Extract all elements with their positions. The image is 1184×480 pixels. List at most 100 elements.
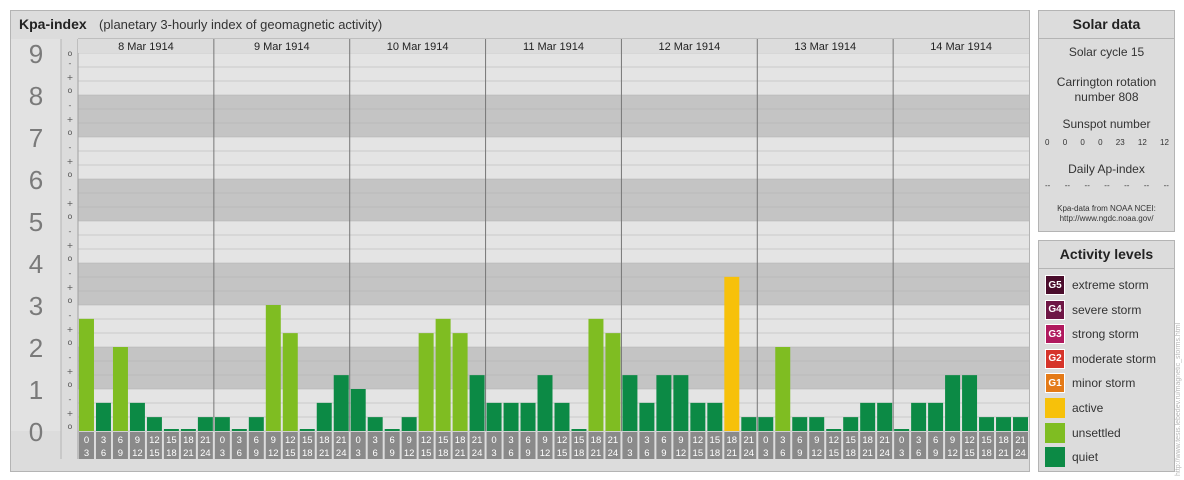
interval-end-label: 9 xyxy=(254,448,259,459)
sunspot-value: 0 xyxy=(1062,138,1068,147)
kp-bar xyxy=(775,347,791,431)
interval-start-label: 3 xyxy=(780,435,785,446)
kp-index-panel: 0 1 2 3 4 5 6 7 8 9 o + - o + - o + - o + - o + - o + - o + - o + - o + - o 8 … xyxy=(10,10,1030,472)
source-credit: http://www.tesis.lebedev.ru/magnetic_sto… xyxy=(1175,322,1182,476)
kp-bar xyxy=(163,429,179,431)
kp-index-chart: 0123456789o+-o+-o+-o+-o+-o+-o+-o+-o+-o8 … xyxy=(11,38,1029,459)
interval-end-label: 18 xyxy=(166,448,177,459)
legend-swatch: G5 xyxy=(1045,275,1065,295)
interval-start-label: 12 xyxy=(828,435,839,446)
day-label: 8 Mar 1914 xyxy=(118,41,174,53)
kp-bar xyxy=(1013,417,1028,431)
minor-tick-label: + xyxy=(67,73,74,82)
interval-start-label: 21 xyxy=(1015,435,1026,446)
interval-end-label: 9 xyxy=(933,448,938,459)
ap-value: -- xyxy=(1143,181,1150,190)
legend-swatch: G1 xyxy=(1045,373,1065,394)
kp-bar xyxy=(843,417,859,431)
interval-end-label: 6 xyxy=(101,448,106,459)
legend-item: G3 strong storm xyxy=(1045,324,1139,345)
interval-start-label: 18 xyxy=(862,435,873,446)
chart-subtitle: (planetary 3-hourly index of geomagnetic… xyxy=(99,17,383,32)
legend-label: unsettled xyxy=(1072,425,1121,440)
minor-tick-label: + xyxy=(67,241,74,250)
legend-label: minor storm xyxy=(1072,376,1136,391)
kp-bar xyxy=(724,276,740,431)
interval-start-label: 3 xyxy=(237,435,242,446)
data-source-link[interactable]: http://www.ngdc.noaa.gov/ xyxy=(1039,214,1174,224)
interval-start-label: 3 xyxy=(101,435,106,446)
minor-tick-label: - xyxy=(69,143,72,152)
minor-tick-label: o xyxy=(68,212,73,221)
activity-levels-panel: Activity levels G5 extreme storm G4 severe … xyxy=(1038,240,1175,472)
legend-label: moderate storm xyxy=(1072,351,1157,366)
kp-bar xyxy=(554,402,570,431)
interval-start-label: 21 xyxy=(200,435,211,446)
kp-bar xyxy=(537,375,553,431)
interval-end-label: 21 xyxy=(591,448,602,459)
ap-value: -- xyxy=(1045,181,1051,190)
minor-tick-label: - xyxy=(69,353,72,362)
interval-end-label: 12 xyxy=(404,448,415,459)
interval-start-label: 18 xyxy=(183,435,194,446)
legend-item: unsettled xyxy=(1045,422,1121,443)
day-label: 11 Mar 1914 xyxy=(523,41,584,53)
interval-end-label: 3 xyxy=(627,448,632,459)
minor-tick-label: - xyxy=(69,269,72,278)
kp-bar xyxy=(316,402,332,431)
kp-bar xyxy=(418,333,434,431)
sunspot-value: 23 xyxy=(1115,138,1125,147)
interval-end-label: 15 xyxy=(557,448,568,459)
legend-item: G2 moderate storm xyxy=(1045,348,1157,369)
interval-end-label: 21 xyxy=(455,448,466,459)
kp-bar xyxy=(571,429,587,431)
kp-bar xyxy=(962,375,978,431)
interval-end-label: 21 xyxy=(319,448,330,459)
kp-bar xyxy=(894,429,910,431)
interval-end-label: 12 xyxy=(811,448,822,459)
solar-cycle: Solar cycle 15 xyxy=(1068,45,1145,59)
day-label: 14 Mar 1914 xyxy=(930,41,992,53)
kp-band xyxy=(78,305,1029,347)
minor-tick-label: + xyxy=(67,115,74,124)
interval-start-label: 15 xyxy=(166,435,177,446)
y-tick-label: 5 xyxy=(29,207,43,237)
kp-bar xyxy=(503,402,519,431)
interval-end-label: 9 xyxy=(118,448,123,459)
sunspot-value: 12 xyxy=(1160,138,1169,147)
interval-start-label: 9 xyxy=(407,435,412,446)
solar-data-heading: Solar data xyxy=(1039,11,1174,39)
kp-bar xyxy=(367,417,383,431)
ap-value: -- xyxy=(1124,181,1130,190)
sunspot-number-label: Sunspot number xyxy=(1062,117,1151,131)
interval-start-label: 12 xyxy=(285,435,296,446)
ap-index-values: -- -- -- -- -- -- -- xyxy=(1045,181,1169,190)
minor-tick-label: - xyxy=(69,185,72,194)
kp-bar xyxy=(214,417,230,431)
ap-value: -- xyxy=(1084,181,1090,190)
interval-start-label: 15 xyxy=(710,435,721,446)
interval-start-label: 15 xyxy=(438,435,449,446)
legend-item: G4 severe storm xyxy=(1045,299,1141,320)
interval-end-label: 15 xyxy=(421,448,432,459)
kp-bar xyxy=(928,402,944,431)
day-label: 13 Mar 1914 xyxy=(794,41,856,53)
interval-end-label: 15 xyxy=(149,448,160,459)
minor-tick-label: o xyxy=(68,338,73,347)
kp-bar xyxy=(265,305,281,431)
kp-band xyxy=(78,263,1029,305)
minor-tick-label: o xyxy=(68,170,73,179)
kp-bar xyxy=(333,375,349,431)
interval-end-label: 24 xyxy=(200,448,211,459)
y-tick-label: 2 xyxy=(29,333,43,363)
kp-bar xyxy=(282,333,298,431)
legend-item: G1 minor storm xyxy=(1045,373,1136,394)
legend-swatch xyxy=(1045,447,1065,468)
kp-bar xyxy=(996,417,1012,431)
interval-start-label: 9 xyxy=(814,435,819,446)
minor-tick-label: + xyxy=(67,157,74,166)
y-tick-label: 8 xyxy=(29,81,43,111)
ap-index-label: Daily Ap-index xyxy=(1068,162,1145,176)
interval-start-label: 6 xyxy=(797,435,802,446)
interval-start-label: 0 xyxy=(356,435,361,446)
